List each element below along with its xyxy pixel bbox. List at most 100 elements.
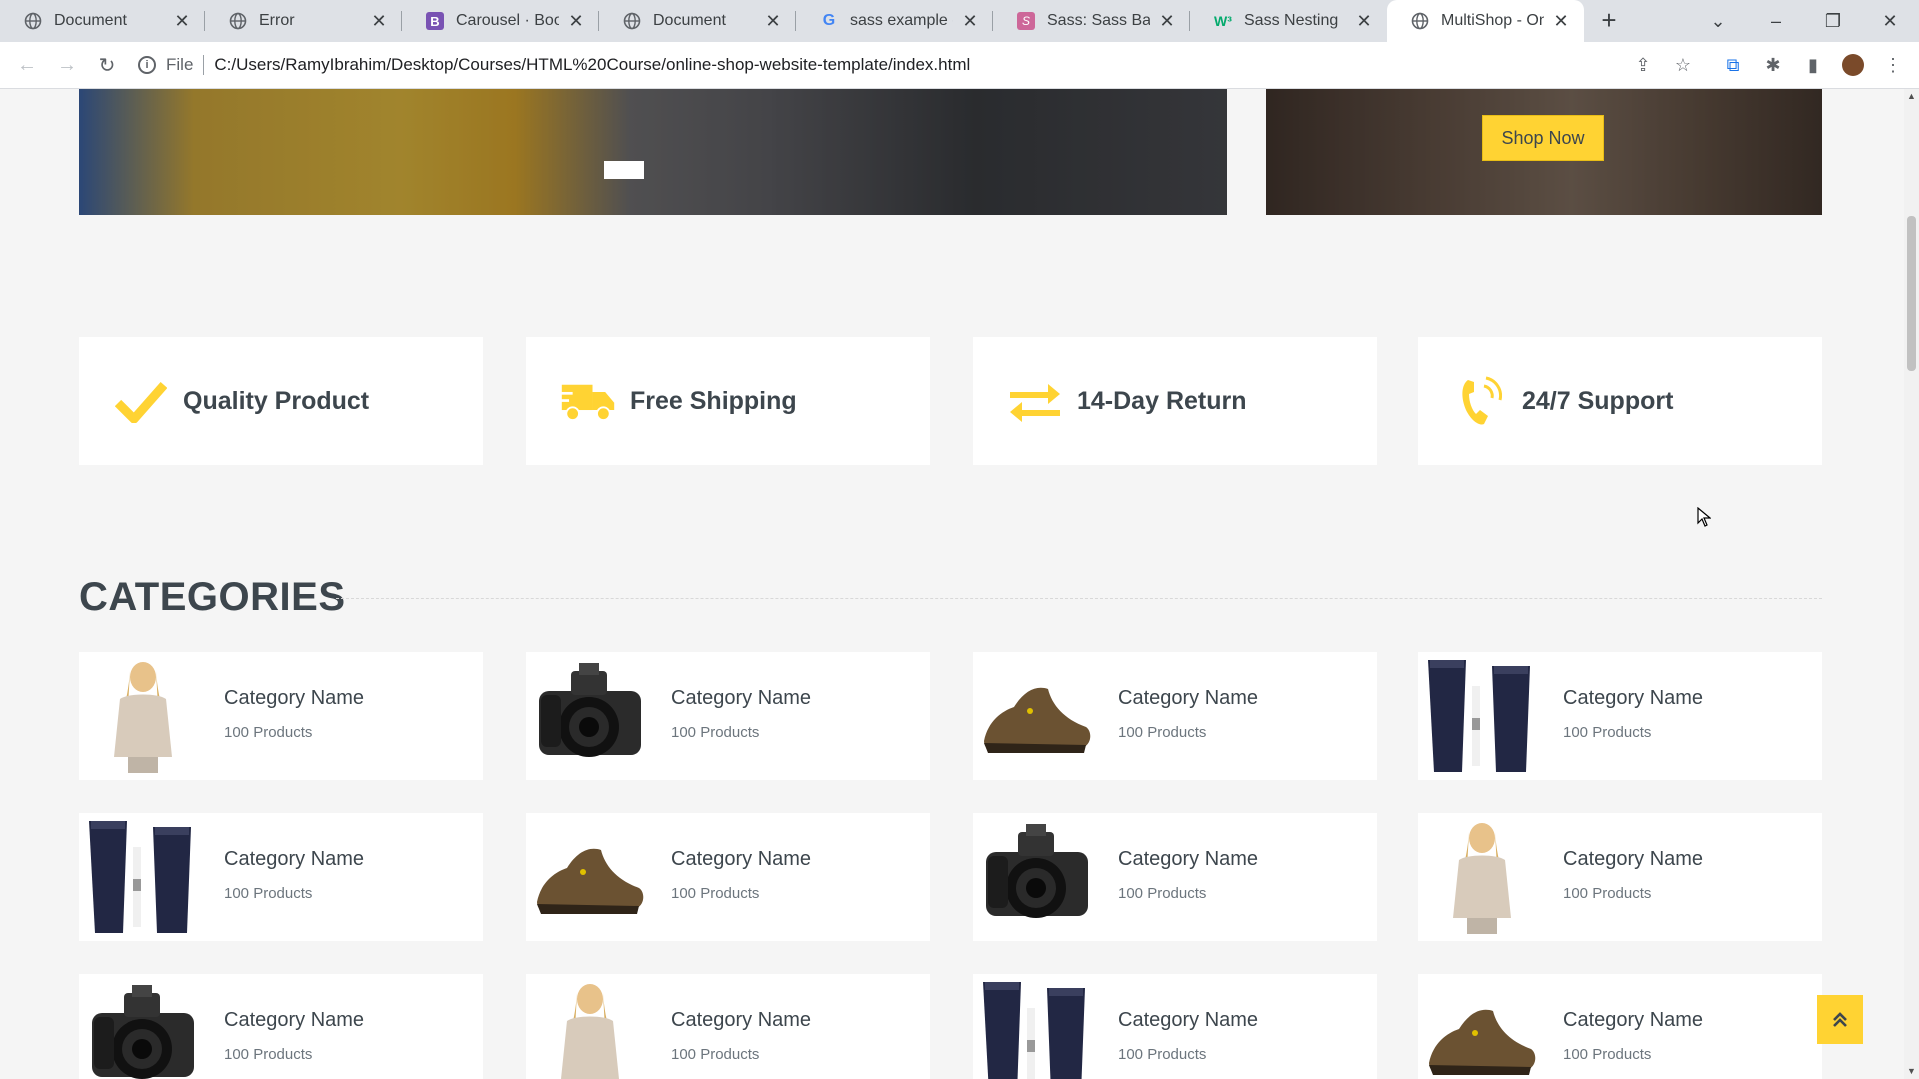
tab-title: Document — [54, 12, 127, 29]
category-product-count: 100 Products — [671, 724, 760, 741]
category-card[interactable]: Category Name 100 Products — [526, 813, 930, 941]
star-icon[interactable]: ☆ — [1668, 50, 1698, 80]
feature-shipping: Free Shipping — [526, 337, 930, 465]
browser-tab[interactable]: Document ✕ — [0, 0, 205, 42]
restore-icon[interactable]: ❐ — [1805, 0, 1861, 42]
browser-tab[interactable]: Document ✕ — [599, 0, 796, 42]
tab-title: MultiShop - Onli — [1441, 12, 1544, 29]
category-name: Category Name — [1563, 848, 1704, 870]
carousel-indicator[interactable] — [604, 161, 644, 179]
category-name: Category Name — [1118, 848, 1259, 870]
kebab-menu-icon[interactable]: ⋮ — [1878, 50, 1908, 80]
category-card[interactable]: Category Name 100 Products — [973, 652, 1377, 780]
category-card[interactable]: Category Name 100 Products — [973, 974, 1377, 1079]
address-bar[interactable]: i File C:/Users/RamyIbrahim/Desktop/Cour… — [138, 48, 1658, 82]
carousel-image — [79, 89, 1227, 215]
cosmetics-image — [973, 974, 1101, 1079]
category-card[interactable]: Category Name 100 Products — [79, 813, 483, 941]
globe-icon — [229, 12, 247, 30]
section-divider — [336, 598, 1822, 599]
feature-label: Quality Product — [183, 386, 370, 415]
close-icon[interactable]: ✕ — [1552, 11, 1570, 31]
feature-quality: Quality Product — [79, 337, 483, 465]
check-icon — [113, 373, 169, 429]
carousel-overlay — [79, 89, 1227, 215]
browser-tab-bar: Document ✕ Error ✕ B Carousel · Bootst ✕… — [0, 0, 1919, 42]
category-name: Category Name — [1118, 1009, 1259, 1031]
translate-extension-icon[interactable]: ⧉ — [1718, 50, 1748, 80]
mouse-cursor-icon — [1697, 507, 1711, 527]
browser-tab-active[interactable]: MultiShop - Onli ✕ — [1387, 0, 1584, 42]
browser-tab[interactable]: S Sass: Sass Basics ✕ — [993, 0, 1190, 42]
browser-tab[interactable]: B Carousel · Bootst ✕ — [402, 0, 599, 42]
chevron-down-icon[interactable]: ⌄ — [1690, 0, 1746, 42]
window-close-icon[interactable]: ✕ — [1862, 0, 1918, 42]
woman-image — [1418, 813, 1546, 941]
close-icon[interactable]: ✕ — [1355, 11, 1373, 31]
tab-title: sass example - G — [850, 12, 953, 29]
new-tab-button[interactable]: + — [1596, 7, 1622, 34]
category-name: Category Name — [224, 848, 365, 870]
feature-support: 24/7 Support — [1418, 337, 1822, 465]
extensions-puzzle-icon[interactable]: ✱ — [1758, 50, 1788, 80]
phone-volume-icon — [1452, 373, 1508, 429]
scroll-down-arrow-icon[interactable]: ▼ — [1904, 1064, 1919, 1079]
forward-arrow-icon[interactable]: → — [52, 50, 82, 80]
browser-tab[interactable]: W³ Sass Nesting ✕ — [1190, 0, 1387, 42]
close-icon[interactable]: ✕ — [1158, 11, 1176, 31]
feature-label: 24/7 Support — [1522, 386, 1674, 415]
cosmetics-image — [1418, 652, 1546, 780]
category-card[interactable]: Category Name 100 Products — [526, 652, 930, 780]
shoe-image — [1418, 974, 1546, 1079]
w3schools-icon: W³ — [1214, 13, 1232, 29]
feature-return: 14-Day Return — [973, 337, 1377, 465]
category-name: Category Name — [224, 687, 365, 709]
tab-title: Error — [259, 12, 295, 29]
category-name: Category Name — [671, 848, 812, 870]
woman-image — [79, 652, 207, 780]
category-product-count: 100 Products — [224, 724, 313, 741]
section-title: CATEGORIES — [79, 575, 346, 619]
category-card[interactable]: Category Name 100 Products — [1418, 974, 1822, 1079]
close-icon[interactable]: ✕ — [567, 11, 585, 31]
cosmetics-image — [79, 813, 207, 941]
category-product-count: 100 Products — [1118, 885, 1207, 902]
avatar[interactable] — [1838, 50, 1868, 80]
close-icon[interactable]: ✕ — [370, 11, 388, 31]
close-icon[interactable]: ✕ — [961, 11, 979, 31]
globe-icon — [623, 12, 641, 30]
scroll-up-arrow-icon[interactable]: ▲ — [1904, 89, 1919, 104]
browser-tab[interactable]: G sass example - G ✕ — [796, 0, 993, 42]
category-product-count: 100 Products — [1118, 1046, 1207, 1063]
close-icon[interactable]: ✕ — [764, 11, 782, 31]
side-panel-icon[interactable]: ▮ — [1798, 50, 1828, 80]
category-card[interactable]: Category Name 100 Products — [79, 652, 483, 780]
vertical-scrollbar[interactable]: ▲ ▼ — [1904, 89, 1919, 1079]
share-icon[interactable]: ⇪ — [1628, 50, 1658, 80]
category-name: Category Name — [671, 1009, 812, 1031]
category-name: Category Name — [1118, 687, 1259, 709]
category-card[interactable]: Category Name 100 Products — [1418, 652, 1822, 780]
category-card[interactable]: Category Name 100 Products — [526, 974, 930, 1079]
back-to-top-button[interactable] — [1817, 995, 1863, 1044]
category-name: Category Name — [1563, 1009, 1704, 1031]
shop-now-button[interactable]: Shop Now — [1482, 115, 1604, 161]
close-icon[interactable]: ✕ — [173, 11, 191, 31]
reload-icon[interactable]: ↻ — [92, 50, 122, 80]
scrollbar-thumb[interactable] — [1907, 216, 1916, 371]
minimize-icon[interactable]: – — [1748, 0, 1804, 42]
category-card[interactable]: Category Name 100 Products — [79, 974, 483, 1079]
info-icon[interactable]: i — [138, 56, 156, 74]
category-card[interactable]: Category Name 100 Products — [973, 813, 1377, 941]
browser-tab[interactable]: Error ✕ — [205, 0, 402, 42]
tab-title: Carousel · Bootst — [456, 12, 559, 29]
category-product-count: 100 Products — [1563, 724, 1652, 741]
sass-icon: S — [1017, 12, 1035, 30]
back-arrow-icon[interactable]: ← — [12, 50, 42, 80]
globe-icon — [24, 12, 42, 30]
category-product-count: 100 Products — [1563, 885, 1652, 902]
double-chevron-up-icon — [1833, 1011, 1847, 1027]
category-product-count: 100 Products — [1563, 1046, 1652, 1063]
category-card[interactable]: Category Name 100 Products — [1418, 813, 1822, 941]
bootstrap-icon: B — [426, 12, 444, 30]
